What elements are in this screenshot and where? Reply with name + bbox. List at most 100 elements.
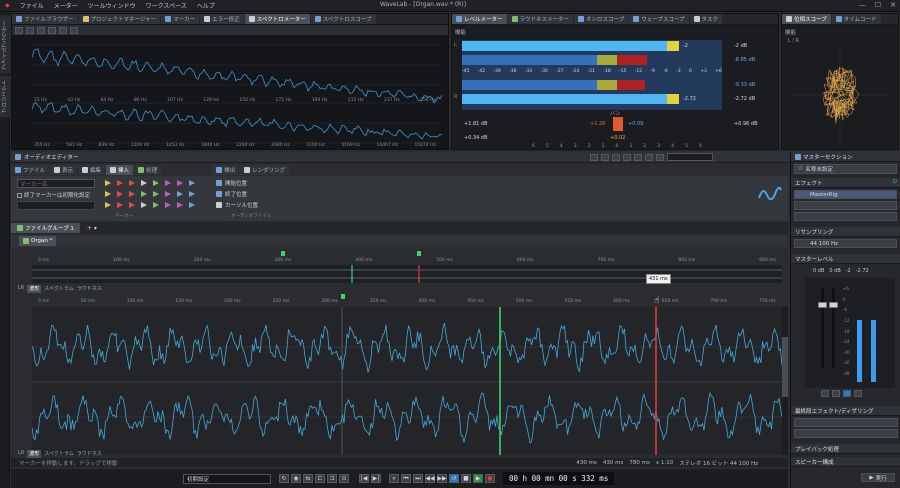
file-group-tab[interactable]: ファイルグループ 1 — [11, 223, 80, 233]
level-preset-label[interactable]: 機能 — [455, 28, 466, 36]
tab-process[interactable]: 処理 — [134, 164, 162, 175]
menu-toolwindow[interactable]: ツールウィンドウ — [83, 1, 141, 10]
redo-icon[interactable] — [645, 153, 653, 161]
tab-spectrometer[interactable]: スペクトロメーター — [244, 14, 310, 24]
view-tab-waveform[interactable]: 波形 — [27, 285, 42, 293]
history-icon[interactable] — [656, 153, 664, 161]
scrub-icon[interactable]: ⊙ — [339, 474, 349, 483]
file-tab-organ[interactable]: Organ * — [19, 236, 57, 246]
clipboard-icon[interactable] — [623, 153, 631, 161]
tab-task[interactable]: タスク — [689, 14, 723, 24]
effects-power-icon[interactable]: ⏻ — [893, 179, 897, 186]
loop-icon[interactable]: ↻ — [279, 474, 289, 483]
tab-timecode[interactable]: タイムコード — [831, 14, 881, 24]
view-tab-lr[interactable]: LR — [18, 285, 24, 293]
scope-preset[interactable]: 機能 — [785, 28, 796, 36]
end-marker-checkbox[interactable]: 終了マーカーは初期化設定 — [17, 191, 90, 199]
next-marker-icon[interactable]: ▶| — [371, 474, 381, 483]
overview-green-flag2-icon[interactable] — [417, 251, 421, 256]
play-icon[interactable] — [48, 26, 56, 34]
tab-phase-scope[interactable]: 位相スコープ — [782, 14, 831, 24]
image-icon[interactable] — [70, 26, 78, 34]
scrollbar-thumb[interactable] — [782, 337, 788, 397]
add-group-icon[interactable]: + ▾ — [87, 225, 97, 232]
marker-flags[interactable] — [105, 180, 195, 208]
view-tab-loudness[interactable]: ラウドネス — [77, 450, 102, 458]
fader-track-left[interactable] — [821, 288, 824, 368]
menu-meter[interactable]: メーター — [49, 1, 83, 10]
tab-level-meter[interactable]: レベルメーター — [452, 14, 507, 24]
fader-knob-right[interactable] — [829, 302, 838, 308]
loop-playback-icon[interactable]: ↺ — [449, 474, 459, 483]
go-start-icon[interactable]: ⏮ — [401, 474, 411, 483]
start-position-button[interactable]: 開始位置 — [216, 179, 247, 187]
fader-track-right[interactable] — [832, 288, 835, 368]
rewind-icon[interactable]: ◀◀ — [425, 474, 435, 483]
effect-slot-2[interactable] — [794, 201, 897, 210]
resample-value[interactable]: 44 100 Hz — [794, 239, 897, 248]
undo-icon[interactable] — [634, 153, 642, 161]
app-logo-icon[interactable]: ◆ — [0, 2, 15, 9]
history-dropdown[interactable] — [667, 153, 713, 161]
settings-icon[interactable] — [37, 26, 45, 34]
tab-error-correction[interactable]: エラー修正 — [200, 14, 244, 24]
menu-help[interactable]: ヘルプ — [192, 1, 220, 10]
link-icon[interactable] — [821, 390, 829, 397]
maximize-icon[interactable]: ☐ — [875, 1, 881, 9]
punch-icon[interactable]: ⇆ — [303, 474, 313, 483]
tab-edit[interactable]: 編集 — [78, 164, 106, 175]
render-button[interactable]: ▶ 実行 — [861, 473, 895, 482]
dim-icon[interactable] — [832, 390, 840, 397]
tab-insert[interactable]: 挿入 — [106, 164, 134, 175]
forward-icon[interactable]: » — [389, 474, 399, 483]
final-fx-slot-2[interactable] — [794, 429, 898, 438]
preset-button[interactable] — [15, 26, 23, 34]
tab-file[interactable]: ファイル — [11, 164, 50, 175]
tab-render[interactable]: レンダリング — [240, 164, 290, 175]
transport-time-display[interactable]: 00 h 00 mn 00 s 332 ms — [503, 472, 615, 485]
zoom-level[interactable]: x 1:10 — [656, 460, 673, 466]
view-tab-waveform[interactable]: 波形 — [27, 450, 42, 458]
fader-knob-left[interactable] — [818, 302, 827, 308]
speaker-header[interactable]: スピーカー構成 — [791, 457, 900, 467]
go-end-icon[interactable]: ⏭ — [413, 474, 423, 483]
marker-dropdown-2[interactable] — [17, 201, 95, 210]
final-fx-slot-1[interactable] — [794, 418, 898, 427]
master-preset[interactable]: ⏻ 名称未設定 — [794, 164, 897, 174]
tab-detect[interactable]: 検出 — [212, 164, 240, 175]
check-icon[interactable] — [26, 26, 34, 34]
main-waveform[interactable] — [32, 307, 782, 455]
record-icon[interactable]: ● — [485, 474, 495, 483]
marker-name-input[interactable]: マーカー名 — [17, 179, 95, 188]
main-green-flag-icon[interactable] — [341, 294, 345, 299]
close-icon[interactable]: ✕ — [890, 1, 896, 9]
end-position-button[interactable]: 終了位置 — [216, 190, 247, 198]
tab-oscilloscope[interactable]: オシロスコープ — [574, 14, 629, 24]
selection-end[interactable]: 780 ms — [629, 460, 649, 466]
lock-icon[interactable] — [854, 390, 862, 397]
fast-forward-icon[interactable]: ▶▶ — [437, 474, 447, 483]
prev-marker-icon[interactable]: |◀ — [359, 474, 369, 483]
pre-roll-icon[interactable]: ⊏ — [315, 474, 325, 483]
export-icon[interactable] — [612, 153, 620, 161]
camera-icon[interactable] — [59, 26, 67, 34]
view-tab-spectrum[interactable]: スペクトラム — [44, 285, 74, 293]
view-tab-loudness[interactable]: ラウドネス — [77, 285, 102, 293]
effect-slot-3[interactable] — [794, 212, 897, 221]
audio-format[interactable]: ステレオ 16 ビット 44 100 Hz — [679, 459, 758, 467]
view-tab-spectrum[interactable]: スペクトラム — [44, 450, 74, 458]
tab-wavescope[interactable]: ウェーブスコープ — [629, 14, 689, 24]
tab-spectroscope[interactable]: スペクトロスコープ — [310, 14, 376, 24]
tab-view[interactable]: 表示 — [50, 164, 78, 175]
record-icon[interactable] — [590, 153, 598, 161]
post-roll-icon[interactable]: ⊐ — [327, 474, 337, 483]
tab-marker[interactable]: マーカー — [161, 14, 200, 24]
vertical-scrollbar[interactable] — [782, 307, 788, 455]
overview-green-flag-icon[interactable] — [281, 251, 285, 256]
tab-loudness-meter[interactable]: ラウドネスメーター — [507, 14, 574, 24]
record-mode-icon[interactable]: ◉ — [291, 474, 301, 483]
effects-header[interactable]: エフェクト ⏻ — [791, 178, 900, 188]
menu-workspace[interactable]: ワークスペース — [141, 1, 192, 10]
mono-icon[interactable] — [843, 390, 851, 397]
stop-icon[interactable]: ■ — [461, 474, 471, 483]
